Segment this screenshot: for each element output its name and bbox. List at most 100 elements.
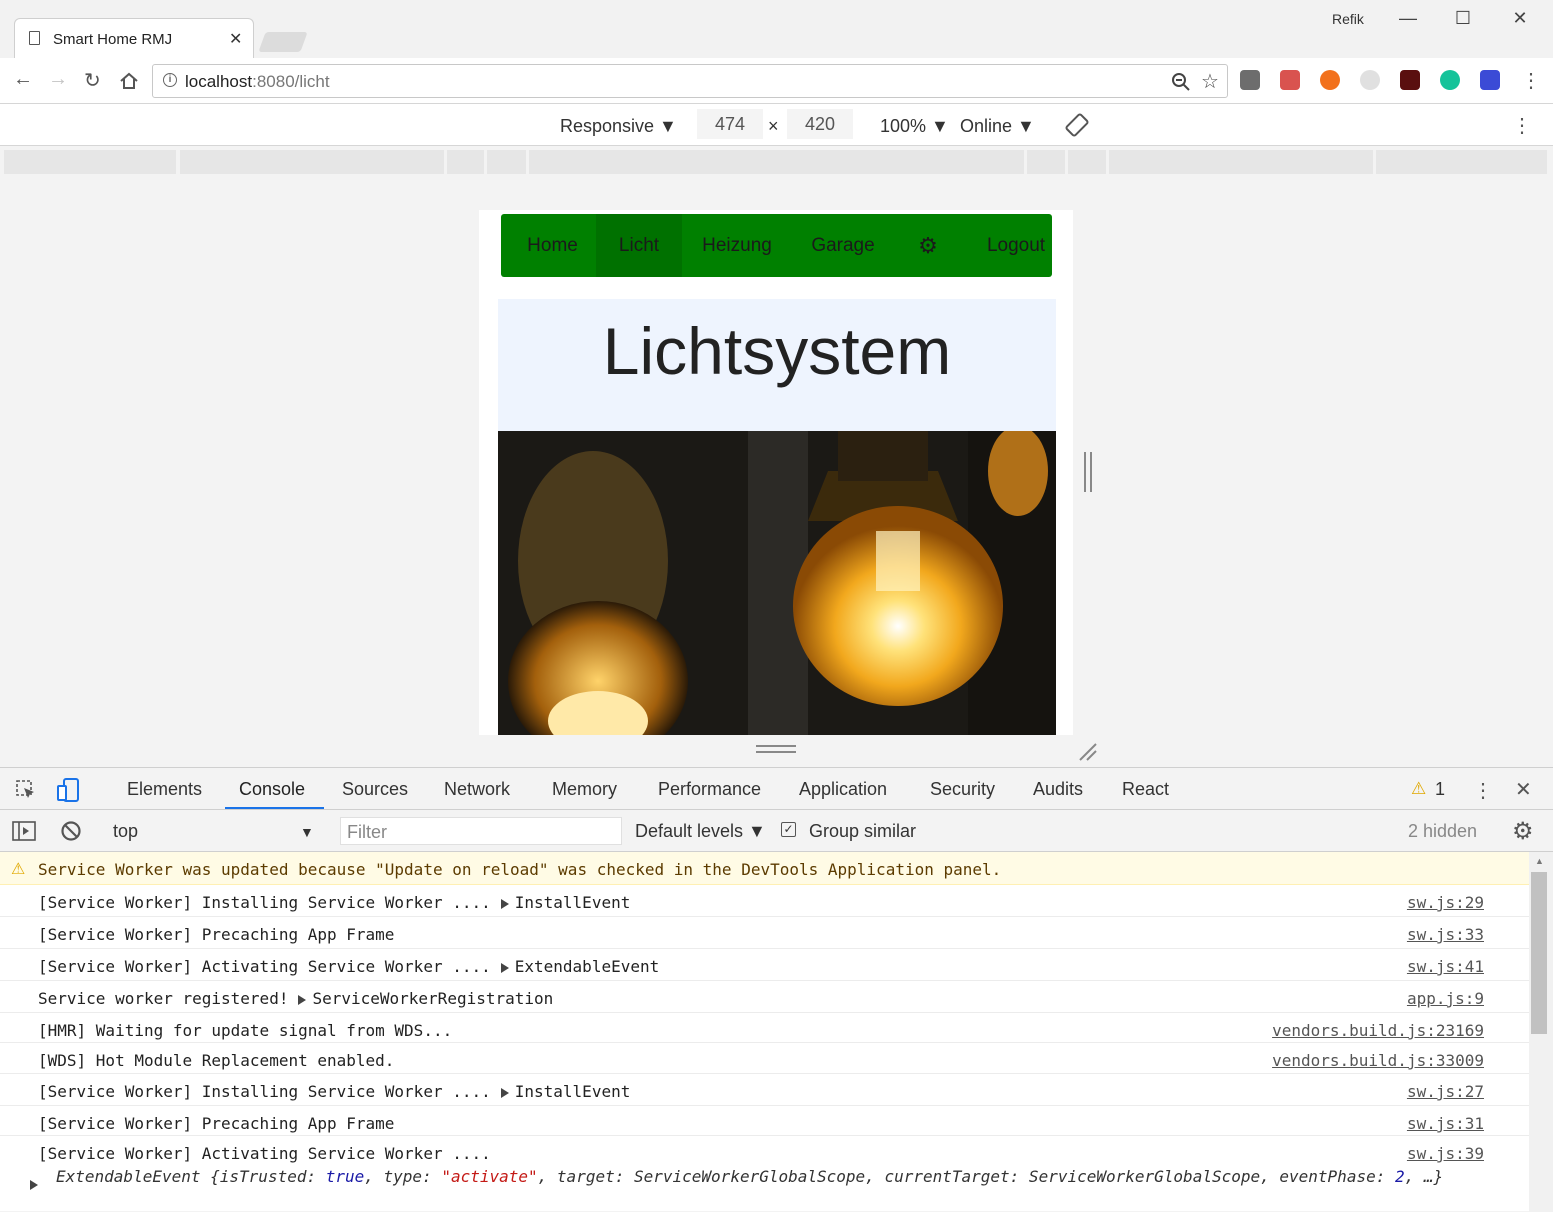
reload-icon[interactable]: ↻ — [84, 68, 101, 93]
tab-application[interactable]: Application — [799, 779, 887, 800]
log-levels-select[interactable]: Default levels ▼ — [635, 821, 766, 842]
nav-garage[interactable]: Garage — [792, 214, 894, 277]
scroll-up-icon[interactable]: ▲ — [1535, 856, 1544, 866]
clear-console-icon[interactable] — [60, 820, 82, 842]
console-row: [Service Worker] Activating Service Work… — [0, 949, 1529, 981]
media-query-segment[interactable] — [487, 150, 526, 174]
maximize-icon[interactable]: ☐ — [1443, 8, 1483, 29]
device-select[interactable]: Responsive ▼ — [560, 116, 677, 137]
extension-cat-icon[interactable] — [1280, 70, 1300, 90]
device-toolbar: Responsive ▼ 474 × 420 100% ▼ Online ▼ ⋮ — [0, 104, 1553, 146]
inspect-element-icon[interactable] — [15, 779, 37, 801]
hidden-count: 2 hidden — [1408, 821, 1478, 841]
console-object[interactable]: ExtendableEvent — [515, 957, 660, 976]
console-sidebar-icon[interactable] — [12, 821, 36, 841]
close-window-icon[interactable]: ✕ — [1500, 8, 1540, 29]
viewport-corner-resize-icon[interactable] — [1078, 742, 1098, 762]
new-tab-button[interactable] — [258, 32, 308, 52]
extension-office-icon[interactable] — [1240, 70, 1260, 90]
console-object[interactable]: InstallEvent — [515, 1082, 631, 1101]
info-icon[interactable]: i — [163, 73, 177, 87]
warning-count[interactable]: 1 — [1435, 779, 1445, 800]
console-scrollbar-thumb[interactable] — [1531, 872, 1547, 1034]
tab-sources[interactable]: Sources — [342, 779, 408, 800]
close-devtools-icon[interactable]: ✕ — [1515, 777, 1532, 802]
nav-licht[interactable]: Licht — [596, 214, 682, 277]
devtools-menu-icon[interactable]: ⋮ — [1473, 778, 1493, 803]
tab-audits[interactable]: Audits — [1033, 779, 1083, 800]
media-query-segment[interactable] — [1068, 150, 1106, 174]
nav-home[interactable]: Home — [515, 214, 590, 277]
context-select[interactable]: top — [113, 821, 138, 842]
network-throttle-select[interactable]: Online ▼ — [960, 116, 1035, 137]
viewport-width-resize-handle[interactable] — [1084, 452, 1092, 492]
extension-swirl-icon[interactable] — [1360, 70, 1380, 90]
extension-lifebuoy-icon[interactable] — [1320, 70, 1340, 90]
settings-gear-icon[interactable]: ⚙ — [896, 214, 960, 277]
viewport-height-input[interactable]: 420 — [787, 109, 853, 139]
extension-ruler-icon[interactable] — [1480, 70, 1500, 90]
tab-performance[interactable]: Performance — [658, 779, 761, 800]
expand-triangle-icon[interactable] — [30, 1180, 38, 1190]
console-source-link[interactable]: app.js:9 — [1407, 989, 1484, 1008]
address-bar[interactable]: i localhost:8080/licht ☆ — [152, 64, 1228, 98]
expanded-event-object[interactable]: ExtendableEvent {isTrusted: true, type: … — [56, 1166, 1496, 1188]
bookmark-star-icon[interactable]: ☆ — [1201, 69, 1219, 94]
back-icon[interactable]: ← — [13, 68, 33, 91]
browser-menu-icon[interactable]: ⋮ — [1521, 68, 1541, 93]
expand-triangle-icon[interactable] — [500, 1087, 509, 1098]
viewport-width-input[interactable]: 474 — [697, 109, 763, 139]
console-source-link[interactable]: sw.js:33 — [1407, 925, 1484, 944]
console-source-link[interactable]: sw.js:39 — [1407, 1144, 1484, 1163]
console-source-link[interactable]: sw.js:29 — [1407, 893, 1484, 912]
nav-heizung[interactable]: Heizung — [684, 214, 790, 277]
tab-network[interactable]: Network — [444, 779, 510, 800]
media-query-segment[interactable] — [4, 150, 176, 174]
zoom-select[interactable]: 100% ▼ — [880, 116, 949, 137]
console-source-link[interactable]: vendors.build.js:33009 — [1272, 1051, 1484, 1070]
console-settings-gear-icon[interactable]: ⚙ — [1512, 817, 1534, 846]
zoom-icon[interactable] — [1171, 72, 1191, 92]
media-query-segment[interactable] — [180, 150, 444, 174]
profile-name[interactable]: Refik — [1332, 11, 1364, 27]
console-filter-bar: top ▼ Filter Default levels ▼ ✓ Group si… — [0, 810, 1553, 852]
console-source-link[interactable]: sw.js:41 — [1407, 957, 1484, 976]
home-icon[interactable] — [119, 71, 139, 91]
tab-security[interactable]: Security — [930, 779, 995, 800]
console-object[interactable]: InstallEvent — [515, 893, 631, 912]
group-similar-checkbox[interactable]: ✓ — [781, 822, 796, 837]
expand-triangle-icon[interactable] — [298, 994, 307, 1005]
console-filter-input[interactable]: Filter — [340, 817, 622, 845]
forward-icon[interactable]: → — [48, 68, 68, 91]
nav-logout[interactable]: Logout — [976, 214, 1056, 277]
browser-tab[interactable]: Smart Home RMJ ✕ — [14, 18, 254, 58]
expand-triangle-icon[interactable] — [500, 898, 509, 909]
expand-triangle-icon[interactable] — [500, 962, 509, 973]
media-query-segment[interactable] — [447, 150, 484, 174]
console-message: [Service Worker] Installing Service Work… — [38, 893, 491, 912]
extension-grammarly-icon[interactable] — [1440, 70, 1460, 90]
device-toolbar-menu-icon[interactable]: ⋮ — [1512, 113, 1532, 138]
media-query-segment[interactable] — [1027, 150, 1065, 174]
console-source-link[interactable]: vendors.build.js:23169 — [1272, 1021, 1484, 1040]
device-toggle-icon[interactable] — [56, 777, 82, 803]
warning-icon[interactable]: ⚠ — [1411, 779, 1426, 799]
console-row: Service worker registered! ServiceWorkerR… — [0, 981, 1529, 1013]
media-query-segment[interactable] — [1376, 150, 1547, 174]
viewport-height-resize-handle[interactable] — [756, 745, 796, 753]
tab-react[interactable]: React — [1122, 779, 1169, 800]
extension-pdf-icon[interactable] — [1400, 70, 1420, 90]
media-query-segment[interactable] — [529, 150, 1024, 174]
console-object[interactable]: ServiceWorkerRegistration — [312, 989, 553, 1008]
minimize-icon[interactable]: — — [1388, 8, 1428, 29]
tab-close-icon[interactable]: ✕ — [229, 29, 242, 49]
tab-memory[interactable]: Memory — [552, 779, 617, 800]
tab-console[interactable]: Console — [239, 779, 305, 800]
console-source-link[interactable]: sw.js:27 — [1407, 1082, 1484, 1101]
context-dropdown-icon[interactable]: ▼ — [300, 824, 314, 840]
console-source-link[interactable]: sw.js:31 — [1407, 1114, 1484, 1133]
media-query-segment[interactable] — [1109, 150, 1373, 174]
rotate-icon[interactable] — [1065, 113, 1089, 137]
tab-elements[interactable]: Elements — [127, 779, 202, 800]
url-text[interactable]: localhost:8080/licht — [185, 72, 330, 92]
